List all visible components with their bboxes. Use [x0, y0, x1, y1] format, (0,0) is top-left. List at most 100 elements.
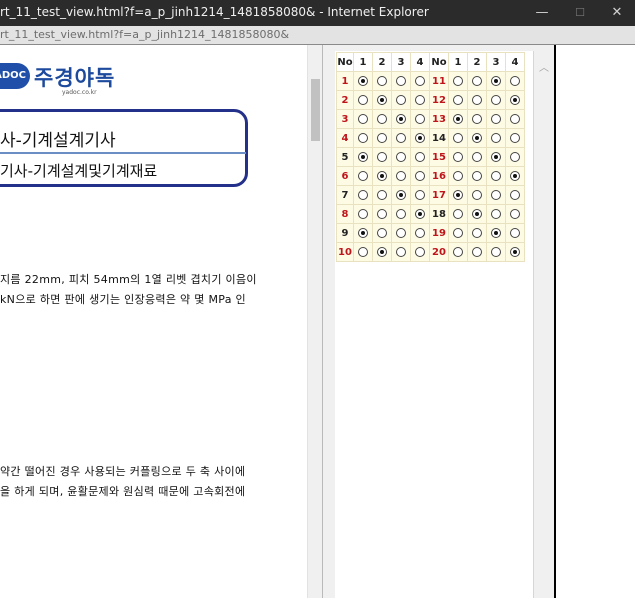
- answer-radio[interactable]: [510, 113, 520, 124]
- answer-radio[interactable]: [377, 246, 387, 257]
- answer-row: 1 11: [336, 71, 525, 91]
- minimize-button[interactable]: —: [527, 3, 557, 23]
- answer-radio[interactable]: [472, 246, 482, 257]
- answer-radio[interactable]: [472, 75, 482, 86]
- answer-radio[interactable]: [396, 94, 406, 105]
- answer-radio[interactable]: [491, 75, 501, 86]
- answer-row: 3 13: [336, 109, 525, 129]
- answer-radio[interactable]: [396, 208, 406, 219]
- answer-radio[interactable]: [377, 113, 387, 124]
- answer-cell: [391, 71, 411, 91]
- answer-radio[interactable]: [377, 170, 387, 181]
- answer-radio[interactable]: [377, 208, 387, 219]
- scroll-up-arrow-icon[interactable]: ︿: [539, 59, 549, 74]
- answer-radio[interactable]: [510, 246, 520, 257]
- answer-radio[interactable]: [396, 132, 406, 143]
- answer-cell: [486, 71, 506, 91]
- answer-radio[interactable]: [453, 132, 463, 143]
- answer-radio[interactable]: [377, 75, 387, 86]
- answer-radio[interactable]: [358, 94, 368, 105]
- address-url[interactable]: rt_11_test_view.html?f=a_p_jinh1214_1481…: [0, 28, 289, 41]
- answer-radio[interactable]: [491, 208, 501, 219]
- answer-radio[interactable]: [510, 94, 520, 105]
- answer-radio[interactable]: [491, 170, 501, 181]
- answer-radio[interactable]: [396, 75, 406, 86]
- answer-radio[interactable]: [510, 132, 520, 143]
- answer-radio[interactable]: [472, 151, 482, 162]
- answer-radio[interactable]: [491, 151, 501, 162]
- answer-radio[interactable]: [491, 113, 501, 124]
- question-number: 10: [336, 242, 354, 262]
- answer-radio[interactable]: [415, 94, 425, 105]
- answer-radio[interactable]: [453, 189, 463, 200]
- answer-radio[interactable]: [491, 132, 501, 143]
- answer-radio[interactable]: [472, 170, 482, 181]
- answer-row: 2 12: [336, 90, 525, 110]
- answer-radio[interactable]: [453, 246, 463, 257]
- answer-cell: [372, 204, 392, 224]
- answer-radio[interactable]: [510, 208, 520, 219]
- maximize-button[interactable]: ☐: [565, 3, 595, 23]
- answer-radio[interactable]: [510, 151, 520, 162]
- answer-radio[interactable]: [358, 113, 368, 124]
- answer-radio[interactable]: [491, 227, 501, 238]
- answer-radio[interactable]: [415, 246, 425, 257]
- answer-radio[interactable]: [377, 132, 387, 143]
- answer-radio[interactable]: [396, 113, 406, 124]
- answer-radio[interactable]: [358, 75, 368, 86]
- answer-radio[interactable]: [396, 189, 406, 200]
- answer-radio[interactable]: [377, 151, 387, 162]
- answer-radio[interactable]: [453, 113, 463, 124]
- answer-radio[interactable]: [453, 151, 463, 162]
- answer-radio[interactable]: [358, 189, 368, 200]
- answer-radio[interactable]: [358, 170, 368, 181]
- answer-radio[interactable]: [472, 208, 482, 219]
- answer-radio[interactable]: [377, 227, 387, 238]
- answer-radio[interactable]: [358, 246, 368, 257]
- answer-radio[interactable]: [415, 75, 425, 86]
- answer-radio[interactable]: [472, 94, 482, 105]
- document-scrollbar[interactable]: [307, 45, 323, 598]
- answer-radio[interactable]: [453, 94, 463, 105]
- answer-radio[interactable]: [453, 170, 463, 181]
- answer-radio[interactable]: [510, 189, 520, 200]
- answer-radio[interactable]: [396, 151, 406, 162]
- close-button[interactable]: ✕: [602, 3, 632, 23]
- answer-radio[interactable]: [358, 208, 368, 219]
- answer-radio[interactable]: [415, 208, 425, 219]
- answer-radio[interactable]: [396, 246, 406, 257]
- answer-cell: [448, 71, 468, 91]
- window-title: rt_11_test_view.html?f=a_p_jinh1214_1481…: [0, 5, 429, 19]
- answer-radio[interactable]: [472, 189, 482, 200]
- answer-radio[interactable]: [510, 170, 520, 181]
- answer-radio[interactable]: [510, 75, 520, 86]
- answer-radio[interactable]: [415, 113, 425, 124]
- answer-radio[interactable]: [472, 113, 482, 124]
- answer-radio[interactable]: [415, 227, 425, 238]
- answer-radio[interactable]: [453, 75, 463, 86]
- answer-radio[interactable]: [396, 227, 406, 238]
- answer-radio[interactable]: [415, 189, 425, 200]
- answer-radio[interactable]: [472, 132, 482, 143]
- answer-radio[interactable]: [377, 189, 387, 200]
- answer-radio[interactable]: [510, 227, 520, 238]
- answer-radio[interactable]: [396, 170, 406, 181]
- document-scroll-thumb[interactable]: [311, 79, 320, 141]
- answer-radio[interactable]: [415, 132, 425, 143]
- question-2-line-2: 을 하게 되며, 윤활문제와 원심력 때문에 고속회전에: [0, 485, 246, 498]
- answer-radio[interactable]: [358, 151, 368, 162]
- answer-radio[interactable]: [453, 208, 463, 219]
- answer-radio[interactable]: [358, 227, 368, 238]
- answer-radio[interactable]: [453, 227, 463, 238]
- answer-radio[interactable]: [472, 227, 482, 238]
- answer-radio[interactable]: [415, 170, 425, 181]
- answer-scrollbar[interactable]: ︿: [533, 51, 555, 598]
- address-bar[interactable]: rt_11_test_view.html?f=a_p_jinh1214_1481…: [0, 26, 635, 45]
- answer-radio[interactable]: [415, 151, 425, 162]
- answer-radio[interactable]: [491, 246, 501, 257]
- question-number: 9: [336, 223, 354, 243]
- answer-radio[interactable]: [377, 94, 387, 105]
- answer-radio[interactable]: [358, 132, 368, 143]
- answer-radio[interactable]: [491, 94, 501, 105]
- answer-radio[interactable]: [491, 189, 501, 200]
